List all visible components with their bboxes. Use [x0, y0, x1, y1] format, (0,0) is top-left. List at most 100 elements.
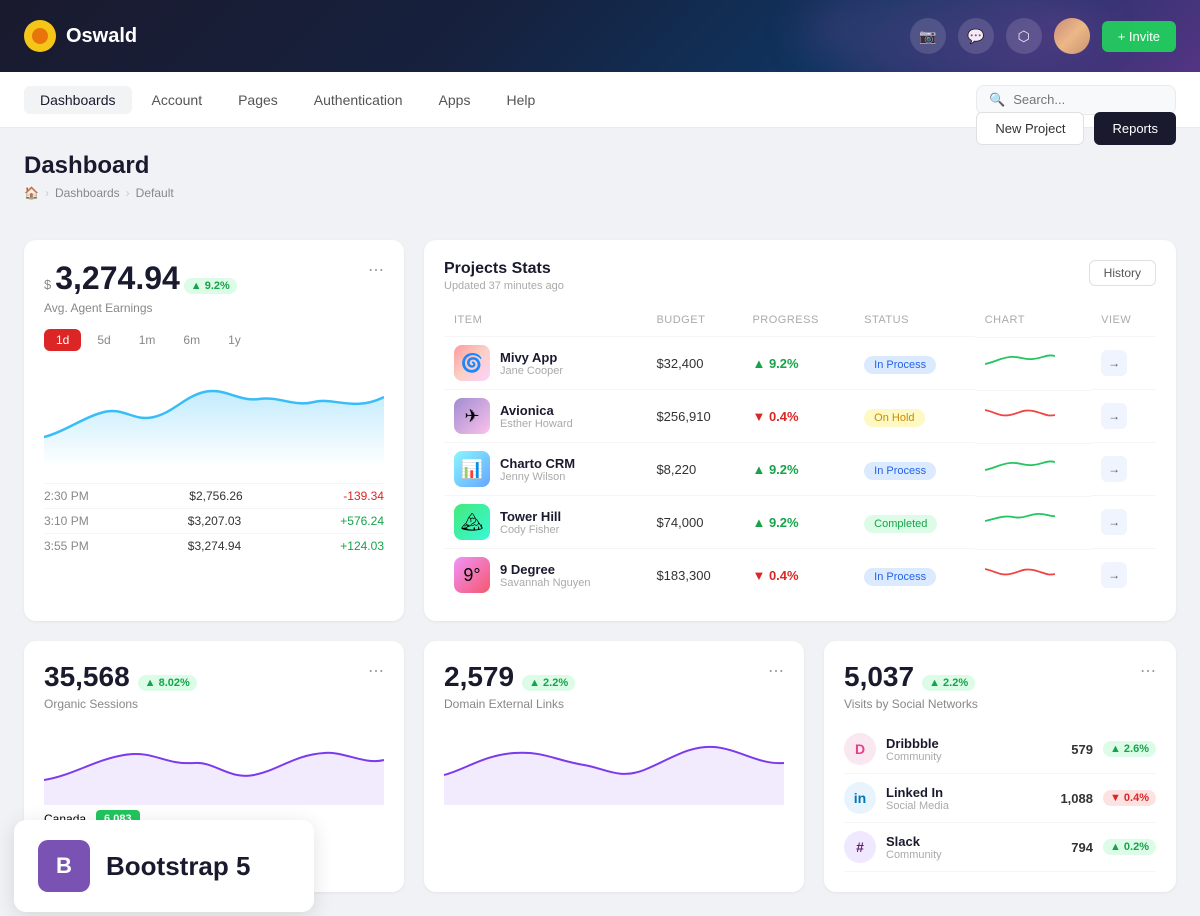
currency-symbol: $ — [44, 277, 51, 292]
social-badge: ▲ 2.2% — [922, 675, 975, 691]
project-person: Jane Cooper — [500, 365, 563, 377]
project-view-btn[interactable]: → — [1101, 456, 1127, 482]
top-row: ⋯ $ 3,274.94 ▲ 9.2% Avg. Agent Earnings … — [24, 240, 1176, 621]
earnings-amount: $ 3,274.94 ▲ 9.2% — [44, 260, 368, 297]
organic-sessions-card: ⋯ 35,568 ▲ 8.02% Organic Sessions Canada… — [24, 641, 404, 892]
earnings-card: ⋯ $ 3,274.94 ▲ 9.2% Avg. Agent Earnings … — [24, 240, 404, 621]
filter-1m[interactable]: 1m — [127, 329, 168, 351]
col-chart: CHART — [975, 308, 1091, 337]
col-status: STATUS — [854, 308, 975, 337]
project-view-btn[interactable]: → — [1101, 562, 1127, 588]
project-view-btn[interactable]: → — [1101, 350, 1127, 376]
tab-account[interactable]: Account — [136, 86, 219, 114]
project-view-btn[interactable]: → — [1101, 509, 1127, 535]
table-row: 🌀 Mivy App Jane Cooper $32,400 ▲ 9.2% In… — [444, 337, 1156, 390]
tab-authentication[interactable]: Authentication — [298, 86, 419, 114]
project-name: 9 Degree — [500, 562, 591, 577]
social-count: 794 — [1071, 840, 1093, 855]
social-list: D Dribbble Community 579 ▲ 2.6% in Linke… — [844, 725, 1156, 872]
project-person: Esther Howard — [500, 418, 573, 430]
organic-label: Organic Sessions — [44, 697, 384, 711]
social-icon: D — [844, 733, 876, 765]
time-filters: 1d 5d 1m 6m 1y — [44, 329, 384, 351]
app-title: Oswald — [66, 25, 137, 48]
organic-menu-btn[interactable]: ⋯ — [368, 661, 384, 681]
project-progress: ▲ 9.2% — [742, 337, 854, 390]
project-chart — [975, 443, 1091, 488]
tab-dashboards[interactable]: Dashboards — [24, 86, 132, 114]
data-row: 3:55 PM $3,274.94 +124.03 — [44, 533, 384, 558]
project-budget: $32,400 — [646, 337, 742, 390]
share-icon[interactable]: ⬡ — [1006, 18, 1042, 54]
project-chart — [975, 496, 1091, 541]
project-status: Completed — [864, 515, 937, 533]
social-card: ⋯ 5,037 ▲ 2.2% Visits by Social Networks… — [824, 641, 1176, 892]
avatar[interactable] — [1054, 18, 1090, 54]
page-header: Dashboard 🏠 › Dashboards › Default New P… — [24, 152, 1176, 220]
history-button[interactable]: History — [1089, 260, 1156, 286]
reports-button[interactable]: Reports — [1094, 112, 1176, 145]
project-name: Mivy App — [500, 350, 563, 365]
social-badge: ▼ 0.4% — [1103, 790, 1156, 806]
tab-apps[interactable]: Apps — [423, 86, 487, 114]
social-item: # Slack Community 794 ▲ 0.2% — [844, 823, 1156, 872]
logo-area: Oswald — [24, 20, 910, 52]
filter-6m[interactable]: 6m — [171, 329, 212, 351]
social-badge: ▲ 2.6% — [1103, 741, 1156, 757]
table-row: 📊 Charto CRM Jenny Wilson $8,220 ▲ 9.2% … — [444, 443, 1156, 496]
domain-card: ⋯ 2,579 ▲ 2.2% Domain External Links — [424, 641, 804, 892]
camera-icon[interactable]: 📷 — [910, 18, 946, 54]
breadcrumb-default: Default — [136, 186, 174, 200]
filter-1d[interactable]: 1d — [44, 329, 81, 351]
social-type: Community — [886, 849, 942, 861]
earnings-value: 3,274.94 — [55, 260, 180, 297]
new-project-button[interactable]: New Project — [976, 112, 1084, 145]
earnings-menu-btn[interactable]: ⋯ — [368, 260, 384, 280]
social-name: Dribbble — [886, 736, 942, 751]
tab-pages[interactable]: Pages — [222, 86, 294, 114]
project-budget: $74,000 — [646, 496, 742, 549]
table-row: ✈ Avionica Esther Howard $256,910 ▼ 0.4%… — [444, 390, 1156, 443]
col-item: ITEM — [444, 308, 646, 337]
invite-button[interactable]: + Invite — [1102, 21, 1176, 52]
bootstrap-card: B Bootstrap 5 — [14, 820, 314, 912]
project-progress: ▼ 0.4% — [742, 390, 854, 443]
project-chart — [975, 390, 1091, 435]
page-title-area: Dashboard 🏠 › Dashboards › Default — [24, 152, 174, 200]
message-icon[interactable]: 💬 — [958, 18, 994, 54]
breadcrumb: 🏠 › Dashboards › Default — [24, 186, 174, 200]
social-item: D Dribbble Community 579 ▲ 2.6% — [844, 725, 1156, 774]
top-nav: Oswald 📷 💬 ⬡ + Invite — [0, 0, 1200, 72]
project-icon: 9° — [454, 557, 490, 593]
search-input[interactable] — [1013, 92, 1163, 107]
domain-value: 2,579 — [444, 661, 514, 693]
social-menu-btn[interactable]: ⋯ — [1140, 661, 1156, 681]
domain-menu-btn[interactable]: ⋯ — [768, 661, 784, 681]
project-budget: $256,910 — [646, 390, 742, 443]
organic-value: 35,568 — [44, 661, 130, 693]
domain-badge: ▲ 2.2% — [522, 675, 575, 691]
project-person: Cody Fisher — [500, 524, 561, 536]
project-person: Jenny Wilson — [500, 471, 575, 483]
project-icon: 🏔 — [454, 504, 490, 540]
social-icon: # — [844, 831, 876, 863]
project-status: In Process — [864, 462, 936, 480]
breadcrumb-dashboards[interactable]: Dashboards — [55, 186, 120, 200]
projects-header: Projects Stats Updated 37 minutes ago Hi… — [444, 260, 1156, 292]
project-view-btn[interactable]: → — [1101, 403, 1127, 429]
filter-1y[interactable]: 1y — [216, 329, 253, 351]
tab-help[interactable]: Help — [490, 86, 551, 114]
social-name: Slack — [886, 834, 942, 849]
domain-chart — [444, 725, 784, 805]
project-name: Charto CRM — [500, 456, 575, 471]
project-status: On Hold — [864, 409, 924, 427]
logo-icon — [24, 20, 56, 52]
data-row: 3:10 PM $3,207.03 +576.24 — [44, 508, 384, 533]
search-icon: 🔍 — [989, 92, 1005, 108]
project-progress: ▲ 9.2% — [742, 496, 854, 549]
table-row: 9° 9 Degree Savannah Nguyen $183,300 ▼ 0… — [444, 549, 1156, 602]
filter-5d[interactable]: 5d — [85, 329, 122, 351]
nav-icons: 📷 💬 ⬡ + Invite — [910, 18, 1176, 54]
social-name: Linked In — [886, 785, 949, 800]
earnings-badge: ▲ 9.2% — [184, 278, 237, 294]
